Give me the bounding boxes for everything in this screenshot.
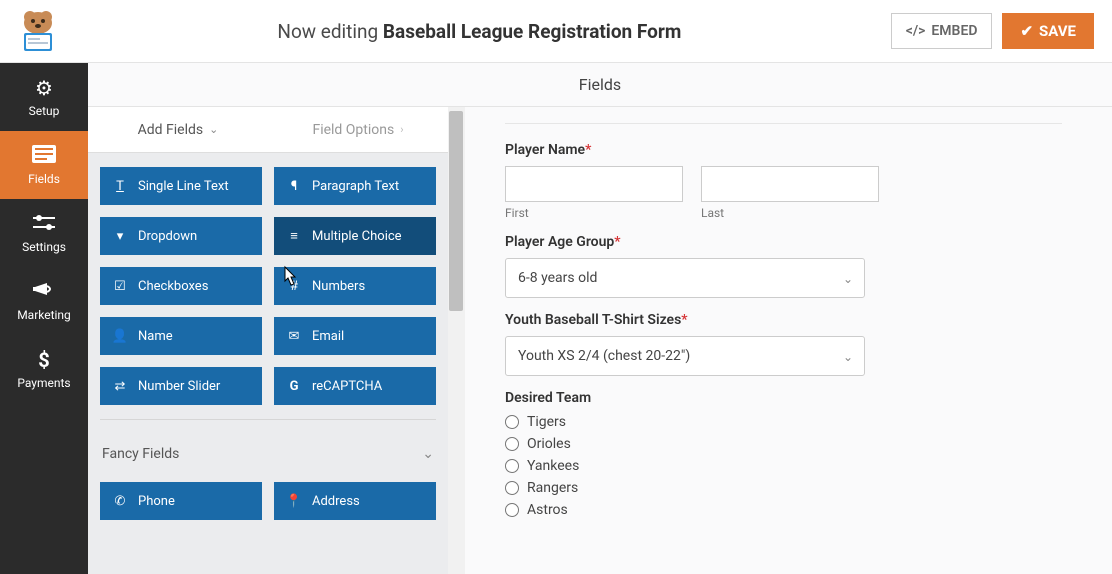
field-multiple-choice[interactable]: ≡ Multiple Choice: [274, 217, 436, 255]
list-icon: ≡: [286, 228, 302, 244]
cursor-pointer-icon: [280, 265, 300, 293]
team-option-yankees[interactable]: Yankees: [505, 458, 1062, 474]
field-number-slider[interactable]: ⇄ Number Slider: [100, 367, 262, 405]
save-label: SAVE: [1039, 22, 1076, 40]
tshirt-label: Youth Baseball T-Shirt Sizes*: [505, 312, 1062, 328]
side-nav: ⚙ Setup Fields Settings Marketing $ Paym…: [0, 63, 88, 574]
sidenav-item-marketing[interactable]: Marketing: [0, 267, 88, 335]
team-option-tigers[interactable]: Tigers: [505, 414, 1062, 430]
age-group-label: Player Age Group*: [505, 234, 1062, 250]
age-group-select[interactable]: 6-8 years old: [505, 258, 865, 298]
sidenav-item-setup[interactable]: ⚙ Setup: [0, 63, 88, 131]
code-icon: </>: [906, 23, 926, 39]
tshirt-select[interactable]: Youth XS 2/4 (chest 20-22"): [505, 336, 865, 376]
team-option-astros[interactable]: Astros: [505, 502, 1062, 518]
caret-square-icon: ▾: [112, 229, 128, 244]
check-icon: ✔: [1020, 22, 1033, 40]
desired-team-label: Desired Team: [505, 390, 1062, 406]
user-icon: 👤: [112, 329, 128, 344]
field-address[interactable]: 📍 Address: [274, 482, 436, 520]
embed-button[interactable]: </> EMBED: [891, 13, 993, 49]
pin-icon: 📍: [286, 494, 302, 509]
chevron-down-icon: ⌄: [209, 123, 218, 136]
first-name-input[interactable]: [505, 166, 683, 202]
paragraph-icon: ¶: [286, 179, 302, 194]
field-email[interactable]: ✉ Email: [274, 317, 436, 355]
gear-icon: ⚙: [35, 76, 53, 100]
google-icon: G: [286, 379, 302, 394]
player-name-label: Player Name*: [505, 142, 1062, 158]
first-sublabel: First: [505, 206, 683, 220]
embed-label: EMBED: [931, 23, 977, 39]
form-name: Baseball League Registration Form: [383, 20, 681, 43]
tab-add-fields[interactable]: Add Fields ⌄: [88, 107, 268, 152]
phone-icon: ✆: [112, 494, 128, 509]
sidenav-item-fields[interactable]: Fields: [0, 131, 88, 199]
last-name-input[interactable]: [701, 166, 879, 202]
slider-icon: ⇄: [112, 379, 128, 394]
envelope-icon: ✉: [286, 329, 302, 344]
sidenav-item-settings[interactable]: Settings: [0, 199, 88, 267]
field-checkboxes[interactable]: ☑ Checkboxes: [100, 267, 262, 305]
sidenav-item-payments[interactable]: $ Payments: [0, 335, 88, 403]
panel-scrollbar[interactable]: [448, 107, 465, 574]
chevron-right-icon: ›: [400, 123, 403, 136]
editing-prefix: Now editing: [277, 20, 378, 43]
sliders-icon: [33, 212, 55, 236]
field-phone[interactable]: ✆ Phone: [100, 482, 262, 520]
chevron-down-icon: ⌄: [422, 446, 434, 462]
field-paragraph-text[interactable]: ¶ Paragraph Text: [274, 167, 436, 205]
form-icon: [32, 144, 56, 168]
app-logo[interactable]: [8, 5, 68, 57]
scroll-thumb[interactable]: [449, 111, 463, 311]
field-dropdown[interactable]: ▾ Dropdown: [100, 217, 262, 255]
save-button[interactable]: ✔ SAVE: [1002, 13, 1094, 49]
field-recaptcha[interactable]: G reCAPTCHA: [274, 367, 436, 405]
section-header: Fields: [88, 63, 1112, 107]
text-icon: T: [112, 179, 128, 194]
megaphone-icon: [33, 280, 55, 304]
check-square-icon: ☑: [112, 279, 128, 294]
tab-field-options[interactable]: Field Options ›: [268, 107, 448, 152]
team-option-rangers[interactable]: Rangers: [505, 480, 1062, 496]
page-title: Now editing Baseball League Registration…: [68, 20, 891, 43]
team-option-orioles[interactable]: Orioles: [505, 436, 1062, 452]
field-name[interactable]: 👤 Name: [100, 317, 262, 355]
field-single-line-text[interactable]: T Single Line Text: [100, 167, 262, 205]
form-preview: Player Name* First Last: [465, 107, 1112, 574]
fields-panel: Add Fields ⌄ Field Options › T Single Li…: [88, 107, 448, 574]
fancy-fields-toggle[interactable]: Fancy Fields ⌄: [88, 434, 448, 474]
dollar-icon: $: [38, 348, 49, 372]
last-sublabel: Last: [701, 206, 879, 220]
